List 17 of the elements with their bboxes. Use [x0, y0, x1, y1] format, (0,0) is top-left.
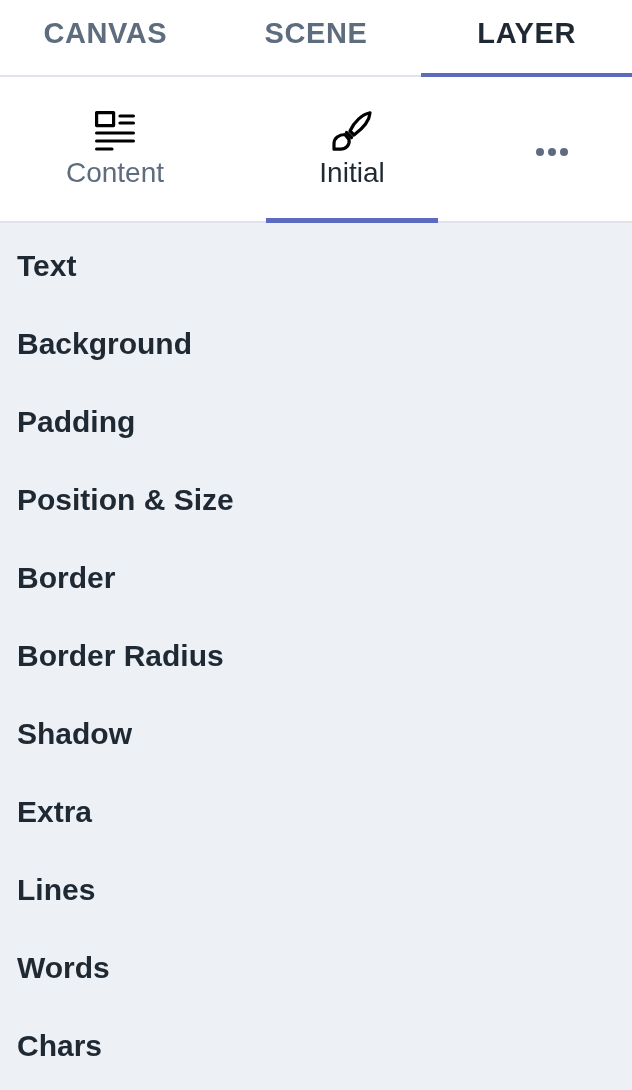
panel-tab[interactable]: CANVAS: [0, 0, 211, 77]
section-item[interactable]: Border: [0, 539, 632, 617]
panel-tab[interactable]: SCENE: [210, 0, 422, 77]
section-item[interactable]: Border Radius: [0, 617, 632, 695]
article-icon: [95, 111, 135, 151]
section-item[interactable]: Extra: [0, 773, 632, 851]
section-item[interactable]: Text: [0, 227, 632, 305]
section-item[interactable]: Padding: [0, 383, 632, 461]
section-item[interactable]: Position & Size: [0, 461, 632, 539]
more-icon: [536, 148, 568, 156]
section-item[interactable]: Shadow: [0, 695, 632, 773]
paintbrush-icon: [332, 111, 372, 151]
section-item[interactable]: Background: [0, 305, 632, 383]
section-item[interactable]: Words: [0, 929, 632, 1007]
section-item[interactable]: Lines: [0, 851, 632, 929]
view-tab[interactable]: Content: [29, 77, 201, 223]
section-item[interactable]: Chars: [0, 1007, 632, 1085]
